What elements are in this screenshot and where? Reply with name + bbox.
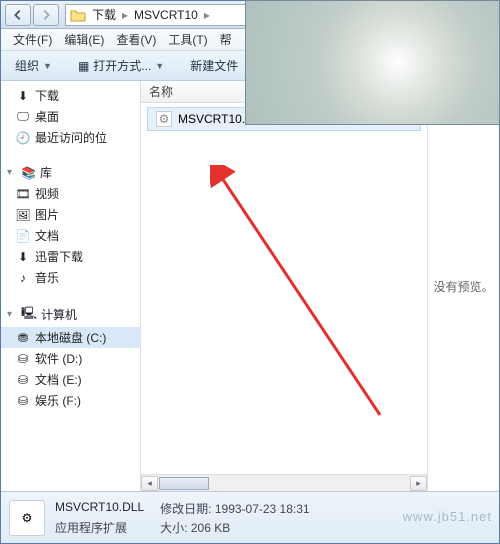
nav-recent[interactable]: 🕘最近访问的位 <box>1 127 140 148</box>
nav-libraries[interactable]: ▾📚库 <box>1 162 140 183</box>
nav-pane: ⬇下载 🖵桌面 🕘最近访问的位 ▾📚库 🎞视频 🖼图片 📄文档 ⬇迅雷下载 ♪音… <box>1 81 141 491</box>
nav-videos[interactable]: 🎞视频 <box>1 183 140 204</box>
menu-tools[interactable]: 工具(T) <box>162 29 213 50</box>
app-icon: ▦ <box>78 59 89 73</box>
expander-icon[interactable]: ▾ <box>7 167 17 178</box>
drive-icon: ⛃ <box>15 330 31 346</box>
expander-icon[interactable]: ▾ <box>7 309 17 320</box>
nav-pictures[interactable]: 🖼图片 <box>1 204 140 225</box>
scroll-thumb[interactable] <box>159 477 209 490</box>
nav-drive-c[interactable]: ⛃本地磁盘 (C:) <box>1 327 140 348</box>
menu-edit[interactable]: 编辑(E) <box>58 29 110 50</box>
nav-downloads[interactable]: ⬇下载 <box>1 85 140 106</box>
nav-drive-f[interactable]: ⛁娱乐 (F:) <box>1 390 140 411</box>
scroll-right-button[interactable]: ▸ <box>410 476 427 491</box>
nav-drive-d[interactable]: ⛁软件 (D:) <box>1 348 140 369</box>
nav-drive-e[interactable]: ⛁文档 (E:) <box>1 369 140 390</box>
menu-help[interactable]: 帮 <box>214 29 238 50</box>
drive-icon: ⛁ <box>15 372 31 388</box>
nav-documents[interactable]: 📄文档 <box>1 225 140 246</box>
computer-icon: 🖳 <box>21 304 37 325</box>
status-size-label: 大小: <box>160 521 187 535</box>
watermark: www.jb51.net <box>403 509 492 524</box>
dll-icon: ⚙ <box>9 500 45 536</box>
desktop-icon: 🖵 <box>15 109 31 125</box>
horizontal-scrollbar[interactable]: ◂ ▸ <box>141 474 427 491</box>
organize-button[interactable]: 组织▼ <box>7 54 60 77</box>
breadcrumb-item[interactable]: 下载 <box>92 6 116 23</box>
breadcrumb-item[interactable]: MSVCRT10 <box>134 8 198 22</box>
status-mod-label: 修改日期: <box>160 502 211 516</box>
nav-back-button[interactable] <box>5 4 31 26</box>
chevron-right-icon: ▸ <box>204 8 210 22</box>
decorative-overlay <box>245 0 500 125</box>
status-type: 应用程序扩展 <box>55 519 144 536</box>
video-icon: 🎞 <box>15 186 31 202</box>
scroll-left-button[interactable]: ◂ <box>141 476 158 491</box>
download-icon: ⬇ <box>15 88 31 104</box>
chevron-down-icon: ▼ <box>43 61 52 71</box>
menu-view[interactable]: 查看(V) <box>110 29 162 50</box>
menu-file[interactable]: 文件(F) <box>7 29 58 50</box>
chevron-down-icon: ▼ <box>155 61 164 71</box>
nav-computer[interactable]: ▾🖳计算机 <box>1 302 140 327</box>
drive-icon: ⛁ <box>15 393 31 409</box>
music-icon: ♪ <box>15 270 31 286</box>
chevron-right-icon: ▸ <box>122 8 128 22</box>
new-folder-button[interactable]: 新建文件 <box>182 54 246 77</box>
preview-pane: 没有预览。 <box>427 81 499 491</box>
dll-icon: ⚙ <box>156 111 172 127</box>
nav-xunlei[interactable]: ⬇迅雷下载 <box>1 246 140 267</box>
status-filename: MSVCRT10.DLL <box>55 500 144 517</box>
status-mod-value: 1993-07-23 18:31 <box>215 502 310 516</box>
nav-music[interactable]: ♪音乐 <box>1 267 140 288</box>
status-size-value: 206 KB <box>191 521 230 535</box>
file-list: 名称 修 ⚙ MSVCRT10.DLL 1 ◂ ▸ <box>141 81 427 491</box>
drive-icon: ⛁ <box>15 351 31 367</box>
download-icon: ⬇ <box>15 249 31 265</box>
document-icon: 📄 <box>15 228 31 244</box>
recent-icon: 🕘 <box>15 130 31 146</box>
folder-icon <box>70 8 86 22</box>
nav-forward-button[interactable] <box>33 4 59 26</box>
picture-icon: 🖼 <box>15 207 31 223</box>
open-with-button[interactable]: ▦打开方式...▼ <box>70 54 172 77</box>
nav-desktop[interactable]: 🖵桌面 <box>1 106 140 127</box>
library-icon: 📚 <box>21 166 36 180</box>
